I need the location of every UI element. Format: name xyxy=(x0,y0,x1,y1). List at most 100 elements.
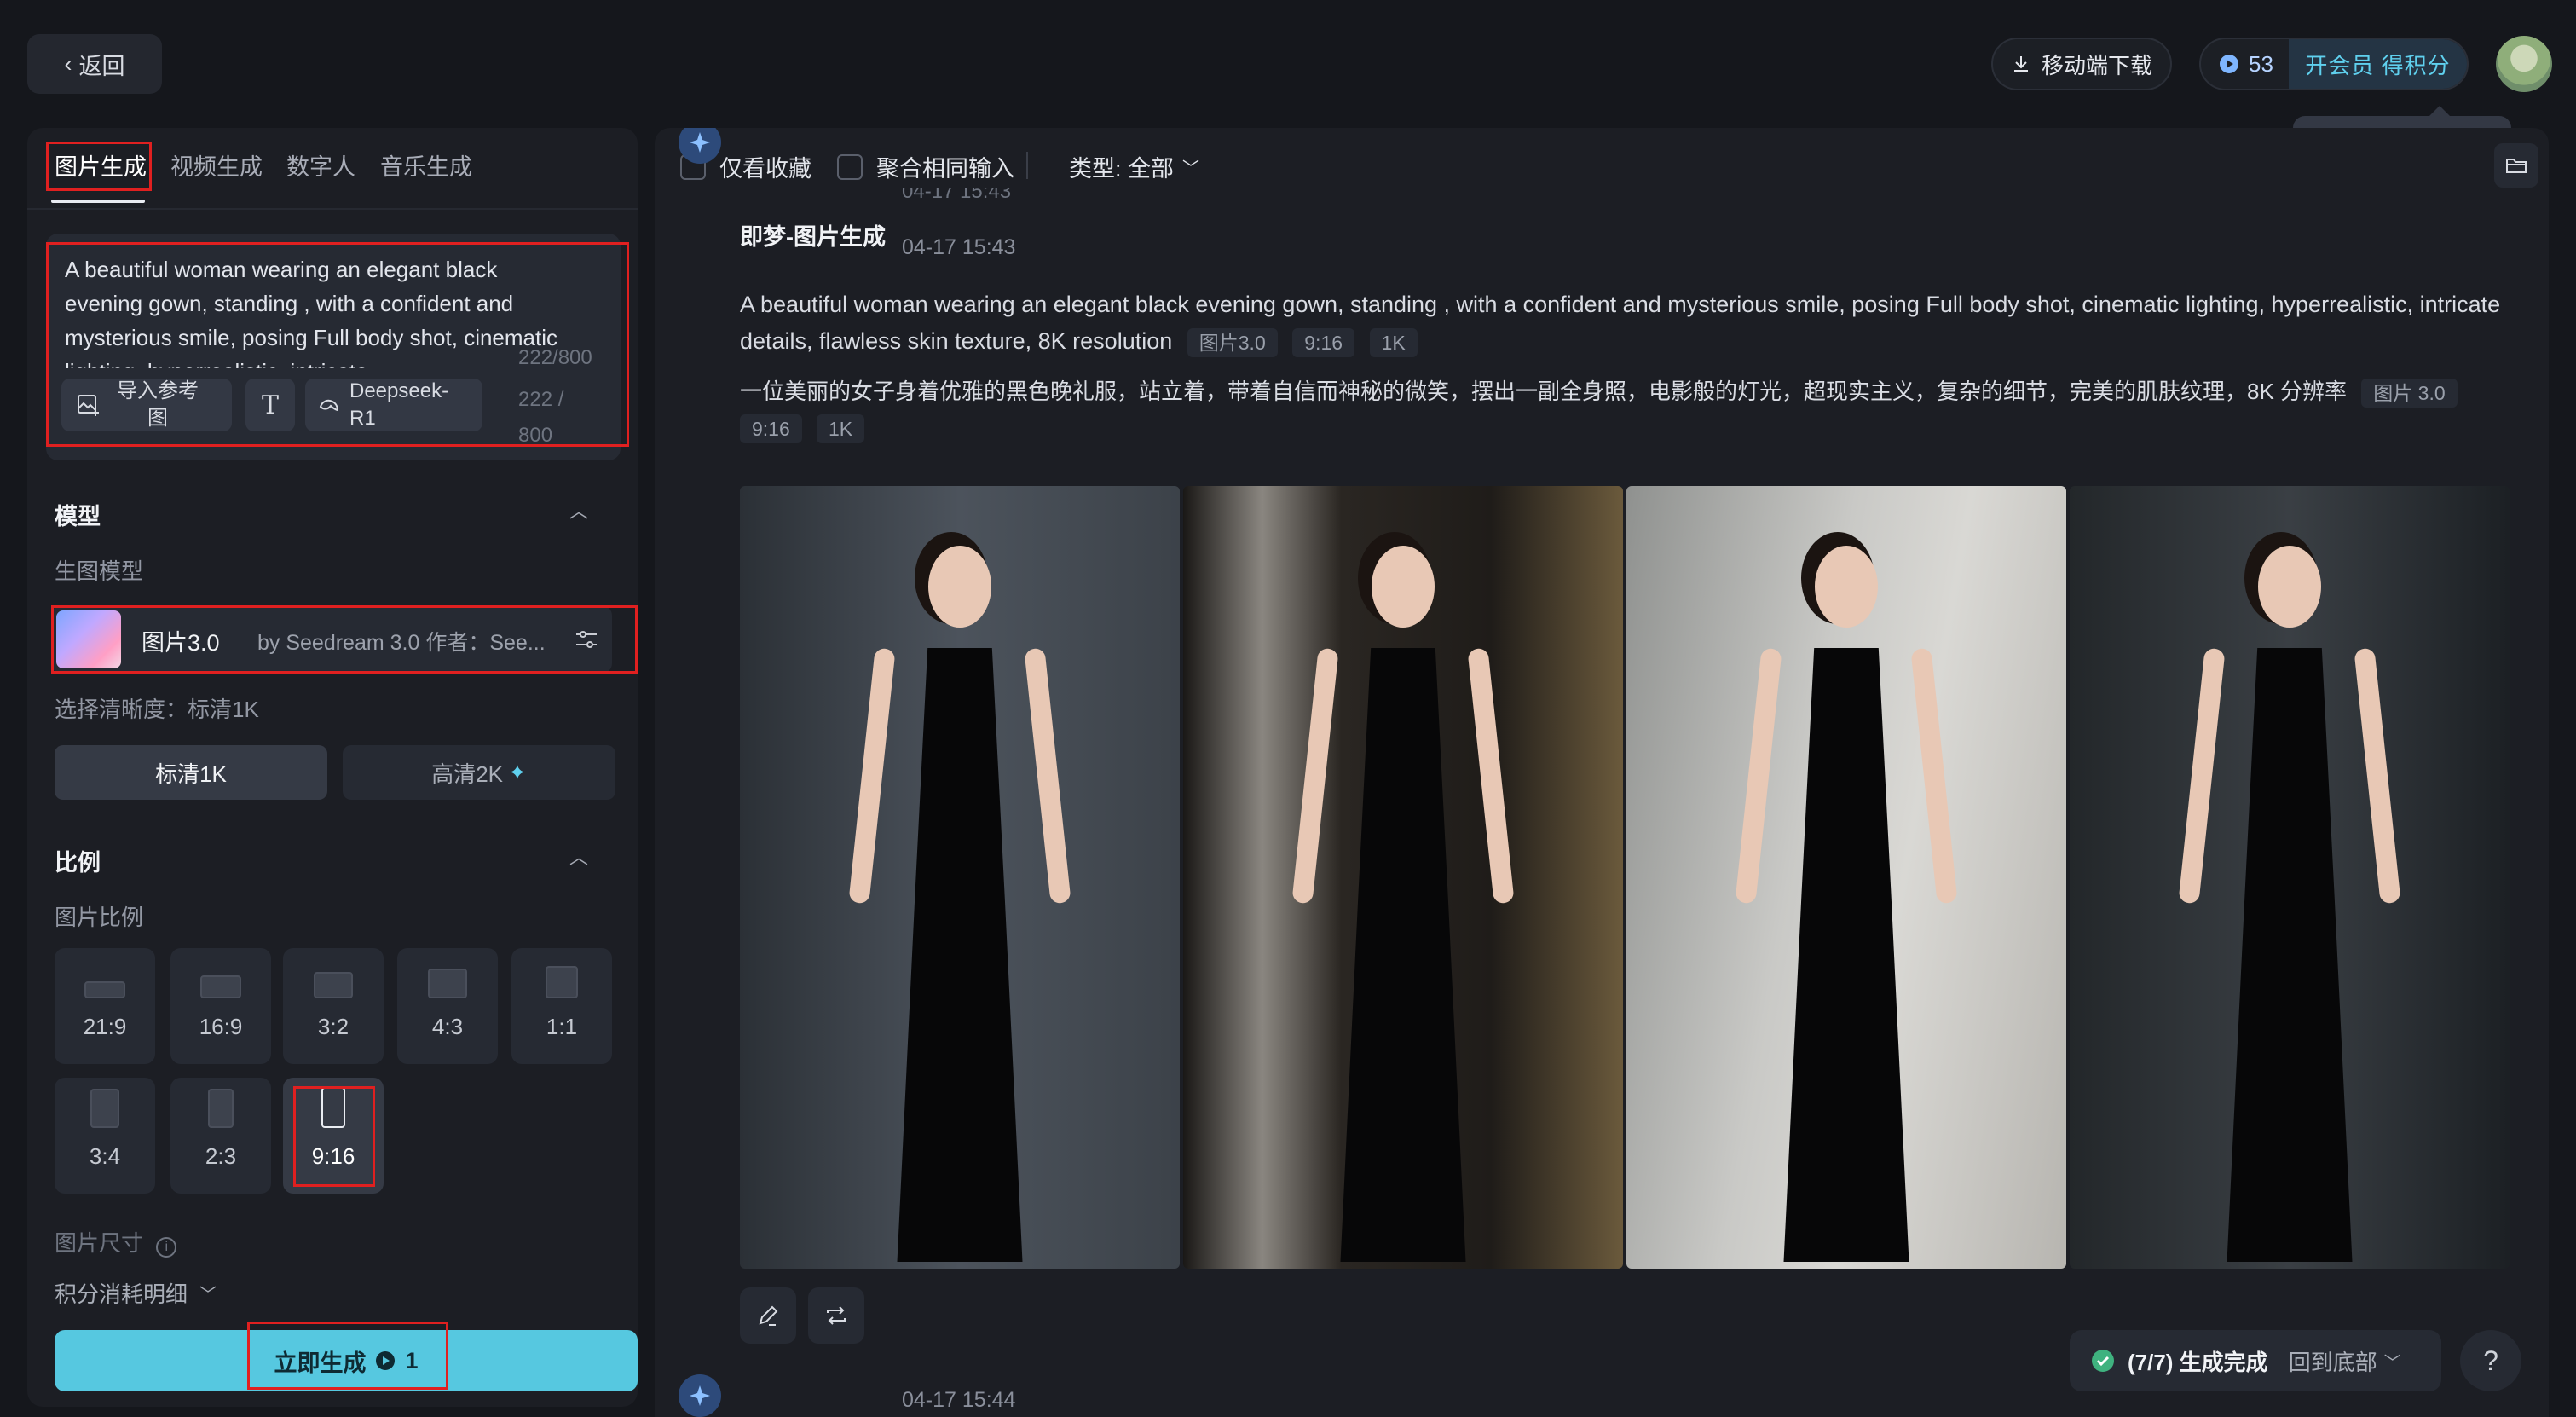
active-tab-indicator xyxy=(51,200,145,203)
ratio-shape-icon xyxy=(200,975,241,998)
english-prompt-text: A beautiful woman wearing an elegant bla… xyxy=(740,292,2501,354)
merge-input-filter[interactable]: 聚合相同输入 xyxy=(837,150,1014,183)
tab-video-generation[interactable]: 视频生成 xyxy=(170,148,263,182)
ratio-label: 1:1 xyxy=(546,1014,578,1039)
edit-button[interactable] xyxy=(740,1287,796,1344)
filter-divider xyxy=(1026,152,1028,179)
avatar[interactable] xyxy=(2496,36,2552,92)
back-button[interactable]: ‹ 返回 xyxy=(27,34,162,94)
member-button[interactable]: 开会员 得积分 xyxy=(2288,39,2467,89)
generated-image[interactable] xyxy=(2070,486,2510,1269)
ratio-tag: 9:16 xyxy=(740,414,802,444)
ratio-shape-icon xyxy=(90,1089,119,1128)
points-balance[interactable]: 53 xyxy=(2201,39,2289,89)
back-label: 返回 xyxy=(78,53,125,79)
download-label: 移动端下载 xyxy=(2041,52,2152,78)
ratio-shape-icon xyxy=(84,981,125,998)
type-filter-dropdown[interactable]: 类型: 全部 ﹀ xyxy=(1069,150,1199,183)
generation-results-panel: 仅看收藏 聚合相同输入 类型: 全部 ﹀ 04-17 15:43 即梦-图片生成… xyxy=(655,128,2549,1417)
points-pill: 53 开会员 得积分 xyxy=(2199,38,2469,90)
download-icon xyxy=(2013,56,2028,72)
ratio-4-3[interactable]: 4:3 xyxy=(397,948,498,1064)
folder-button[interactable] xyxy=(2494,143,2538,188)
folder-icon xyxy=(2506,159,2527,173)
ratio-label: 21:9 xyxy=(83,1014,127,1039)
favorites-label: 仅看收藏 xyxy=(719,156,811,182)
resolution-2k-label: 高清2K xyxy=(431,761,503,787)
highlight-box xyxy=(293,1086,375,1187)
highlight-box xyxy=(51,605,638,674)
generated-images xyxy=(740,486,2510,1269)
generated-image[interactable] xyxy=(740,486,1180,1269)
sparkle-icon: ✦ xyxy=(508,759,527,785)
ratio-tag: 9:16 xyxy=(1292,327,1355,357)
ratio-3-4[interactable]: 3:4 xyxy=(55,1078,155,1194)
to-bottom-label: 回到底部 xyxy=(2288,1349,2377,1375)
tab-music-generation[interactable]: 音乐生成 xyxy=(380,148,472,182)
entry-timestamp: 04-17 15:43 xyxy=(902,235,1016,259)
ratio-3-2[interactable]: 3:2 xyxy=(283,948,384,1064)
chevron-down-icon: ﹀ xyxy=(1182,159,1200,178)
highlight-box xyxy=(46,142,152,191)
points-value: 53 xyxy=(2249,50,2273,77)
previous-timestamp: 04-17 15:43 xyxy=(902,188,1012,203)
chinese-prompt-text: 一位美丽的女子身着优雅的黑色晚礼服，站立着，带着自信而神秘的微笑，摆出一副全身照… xyxy=(740,379,2348,404)
ratio-2-3[interactable]: 2:3 xyxy=(170,1078,271,1194)
ratio-label: 16:9 xyxy=(199,1014,243,1039)
type-filter-label: 类型: 全部 xyxy=(1069,156,1175,182)
image-model-label: 生图模型 xyxy=(55,558,144,584)
mobile-download-button[interactable]: 移动端下载 xyxy=(1991,38,2172,90)
generated-image[interactable] xyxy=(1626,486,2066,1269)
ratio-shape-icon xyxy=(314,972,353,998)
resolution-1k-button[interactable]: 标清1K xyxy=(55,745,327,800)
ratio-1-1[interactable]: 1:1 xyxy=(511,948,612,1064)
size-label-text: 图片尺寸 xyxy=(55,1230,144,1256)
pencil-icon xyxy=(759,1305,778,1326)
repeat-icon xyxy=(827,1306,846,1325)
ratio-shape-icon xyxy=(546,966,578,998)
ratio-16-9[interactable]: 16:9 xyxy=(170,948,271,1064)
scroll-to-bottom-button[interactable]: 回到底部 ﹀ xyxy=(2289,1345,2401,1377)
highlight-box xyxy=(46,242,629,447)
ratio-label: 2:3 xyxy=(205,1143,237,1169)
help-button[interactable]: ? xyxy=(2460,1330,2521,1391)
merge-checkbox[interactable] xyxy=(837,153,863,180)
tab-divider xyxy=(27,208,638,210)
chevron-left-icon: ‹ xyxy=(64,50,72,77)
cost-label: 积分消耗明细 xyxy=(55,1281,188,1307)
resolution-tag: 1K xyxy=(817,414,865,444)
resolution-tag: 1K xyxy=(1369,327,1418,357)
chevron-up-icon[interactable]: ︿ xyxy=(569,496,588,523)
model-tag: 图片 3.0 xyxy=(2361,379,2458,408)
cost-detail-toggle[interactable]: 积分消耗明细 ﹀ xyxy=(55,1277,217,1309)
points-icon xyxy=(2220,55,2238,73)
generation-settings-panel: 图片生成 视频生成 数字人 音乐生成 A beautiful woman wea… xyxy=(27,128,638,1407)
status-text: (7/7) 生成完成 xyxy=(2128,1349,2268,1375)
merge-label: 聚合相同输入 xyxy=(876,156,1014,182)
chevron-down-icon: ﹀ xyxy=(199,1286,217,1304)
resolution-label: 选择清晰度：标清1K xyxy=(55,697,259,722)
english-prompt: A beautiful woman wearing an elegant bla… xyxy=(740,286,2521,360)
model-tag: 图片3.0 xyxy=(1187,327,1278,357)
regenerate-button[interactable] xyxy=(808,1287,864,1344)
ratio-shape-icon xyxy=(428,969,467,998)
bot-name: 即梦-图片生成 xyxy=(740,224,886,250)
check-circle-icon xyxy=(2092,1350,2114,1372)
resolution-2k-button[interactable]: 高清2K ✦ xyxy=(343,745,615,800)
chevron-down-icon: ﹀ xyxy=(2383,1353,2401,1373)
generated-image[interactable] xyxy=(1183,486,1623,1269)
info-icon[interactable]: i xyxy=(156,1237,177,1258)
ratio-shape-icon xyxy=(208,1089,234,1128)
highlight-box xyxy=(247,1322,448,1390)
ratio-21-9[interactable]: 21:9 xyxy=(55,948,155,1064)
tab-digital-human[interactable]: 数字人 xyxy=(286,148,355,182)
ratio-label: 4:3 xyxy=(431,1014,464,1039)
ratio-label: 3:4 xyxy=(89,1143,121,1169)
model-section-title: 模型 xyxy=(55,504,101,529)
image-size-label: 图片尺寸 i xyxy=(55,1226,177,1258)
next-entry-timestamp: 04-17 15:44 xyxy=(902,1388,1016,1412)
generation-status: (7/7) 生成完成 回到底部 ﹀ xyxy=(2070,1330,2441,1391)
bot-avatar-icon xyxy=(679,1374,721,1417)
chevron-up-icon[interactable]: ︿ xyxy=(569,842,588,870)
ratio-label: 3:2 xyxy=(317,1014,349,1039)
